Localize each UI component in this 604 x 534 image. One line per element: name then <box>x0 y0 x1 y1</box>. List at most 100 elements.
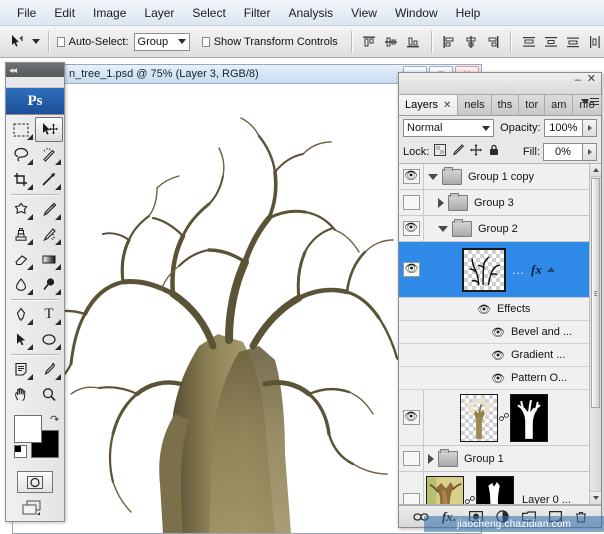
layer-thumbnail[interactable] <box>426 476 464 505</box>
distribute-left-edges-button[interactable] <box>585 32 604 51</box>
default-colors-icon[interactable] <box>14 445 27 458</box>
fill-slider-button[interactable] <box>583 143 597 161</box>
horizontal-type-tool[interactable]: T <box>35 302 63 327</box>
eye-icon[interactable]: 👁 <box>491 349 505 362</box>
menu-item-help[interactable]: Help <box>447 3 490 23</box>
tab-history[interactable]: tor <box>519 95 545 115</box>
effect-row-bevel-and-emboss[interactable]: 👁 Bevel and ... <box>399 321 601 344</box>
visibility-cell[interactable] <box>399 446 424 471</box>
ellipse-shape-tool[interactable] <box>35 327 63 352</box>
screen-mode-button[interactable] <box>18 499 52 519</box>
crop-tool[interactable] <box>7 167 35 192</box>
visibility-cell[interactable] <box>399 190 424 215</box>
foreground-color-swatch[interactable] <box>14 415 42 443</box>
menu-item-image[interactable]: Image <box>84 3 135 23</box>
layer-row-group-2[interactable]: 👁 Group 2 <box>399 216 601 242</box>
slice-tool[interactable] <box>35 167 63 192</box>
eraser-tool[interactable] <box>7 247 35 272</box>
visibility-cell[interactable]: 👁 <box>399 242 424 297</box>
menu-item-analysis[interactable]: Analysis <box>279 3 342 23</box>
visibility-toggle[interactable] <box>403 493 420 506</box>
tab-layers[interactable]: Layers ✕ <box>399 95 458 115</box>
visibility-toggle[interactable]: 👁 <box>403 262 420 277</box>
layer-list[interactable]: 👁 Group 1 copy Group 3 👁 <box>399 164 601 505</box>
lasso-tool[interactable] <box>7 142 35 167</box>
panel-title-bar[interactable]: – ✕ <box>399 73 601 95</box>
tab-channels[interactable]: nels <box>458 95 491 115</box>
pen-tool[interactable] <box>7 302 35 327</box>
disclosure-triangle-icon[interactable] <box>438 226 448 232</box>
layer-list-scrollbar[interactable] <box>589 164 601 504</box>
layer-row-layer-0[interactable]: ☍ Layer 0 ... <box>399 472 601 505</box>
fill-input[interactable]: 0% <box>543 143 583 161</box>
brush-tool[interactable] <box>35 197 63 222</box>
effect-row-gradient-overlay[interactable]: 👁 Gradient ... <box>399 344 601 367</box>
menu-item-view[interactable]: View <box>342 3 386 23</box>
disclosure-triangle-icon[interactable] <box>428 174 438 180</box>
layer-effects-fx-icon[interactable]: fx <box>531 262 542 278</box>
panel-minimize-icon[interactable]: – <box>575 75 581 86</box>
scroll-down-button[interactable] <box>590 491 601 504</box>
align-top-edges-button[interactable] <box>360 32 379 51</box>
opacity-input[interactable]: 100% <box>544 119 584 137</box>
menu-item-edit[interactable]: Edit <box>45 3 84 23</box>
toolbox-collapse-handle[interactable]: ◂◂ <box>6 63 64 77</box>
eye-icon[interactable]: 👁 <box>477 303 491 316</box>
auto-select-checkbox[interactable] <box>57 37 65 47</box>
distribute-bottom-edges-button[interactable] <box>563 32 582 51</box>
visibility-toggle[interactable] <box>403 195 420 210</box>
quick-selection-tool[interactable] <box>35 142 63 167</box>
blur-tool[interactable] <box>7 272 35 297</box>
visibility-toggle[interactable]: 👁 <box>403 410 420 425</box>
eye-icon[interactable]: 👁 <box>491 326 505 339</box>
align-right-edges-button[interactable] <box>483 32 502 51</box>
visibility-toggle[interactable] <box>403 451 420 466</box>
disclosure-triangle-icon[interactable] <box>438 198 444 208</box>
scroll-up-button[interactable] <box>590 164 601 177</box>
swap-colors-icon[interactable]: ↷ <box>50 413 59 426</box>
eye-icon[interactable]: 👁 <box>491 372 505 385</box>
notes-tool[interactable] <box>7 357 35 382</box>
menu-item-select[interactable]: Select <box>183 3 234 23</box>
zoom-tool[interactable] <box>35 382 63 407</box>
visibility-toggle[interactable]: 👁 <box>403 169 420 184</box>
layer-thumbnail[interactable] <box>460 394 498 442</box>
blend-mode-dropdown[interactable]: Normal <box>403 119 494 137</box>
layer-row-group-3[interactable]: Group 3 <box>399 190 601 216</box>
history-brush-tool[interactable] <box>35 222 63 247</box>
tab-paths[interactable]: ths <box>492 95 520 115</box>
layer-mask-thumbnail[interactable] <box>510 394 548 442</box>
gradient-tool[interactable] <box>35 247 63 272</box>
align-bottom-edges-button[interactable] <box>404 32 423 51</box>
quick-mask-mode-button[interactable] <box>17 471 53 493</box>
layer-thumbnail[interactable] <box>462 248 506 292</box>
hand-tool[interactable] <box>7 382 35 407</box>
layer-mask-link-icon[interactable]: ☍ <box>498 411 510 424</box>
align-horizontal-centers-button[interactable] <box>461 32 480 51</box>
dodge-tool[interactable] <box>35 272 63 297</box>
distribute-vertical-centers-button[interactable] <box>541 32 560 51</box>
effect-row-pattern-overlay[interactable]: 👁 Pattern O... <box>399 367 601 390</box>
move-tool[interactable] <box>35 117 63 142</box>
layer-row-group-1-copy[interactable]: 👁 Group 1 copy <box>399 164 601 190</box>
panel-menu-icon[interactable] <box>581 98 599 105</box>
tab-histogram[interactable]: am <box>545 95 573 115</box>
scrollbar-thumb[interactable] <box>591 178 600 408</box>
layer-row-group-1[interactable]: Group 1 <box>399 446 601 472</box>
opacity-slider-button[interactable] <box>583 119 597 137</box>
show-transform-controls-checkbox[interactable] <box>202 37 210 47</box>
visibility-toggle[interactable]: 👁 <box>403 221 420 236</box>
options-tool-preset-picker[interactable] <box>10 34 40 50</box>
lock-transparent-pixels-icon[interactable] <box>434 144 446 159</box>
distribute-top-edges-button[interactable] <box>519 32 538 51</box>
eyedropper-tool[interactable] <box>35 357 63 382</box>
lock-image-pixels-icon[interactable] <box>452 144 464 159</box>
menu-item-filter[interactable]: Filter <box>235 3 280 23</box>
spot-healing-brush-tool[interactable] <box>7 197 35 222</box>
rectangular-marquee-tool[interactable] <box>7 117 35 142</box>
tab-close-icon[interactable]: ✕ <box>443 100 451 111</box>
lock-all-icon[interactable] <box>488 144 500 159</box>
menu-item-file[interactable]: File <box>8 3 45 23</box>
effects-header-row[interactable]: 👁 Effects <box>399 298 601 321</box>
auto-select-dropdown[interactable]: Group <box>134 33 191 51</box>
